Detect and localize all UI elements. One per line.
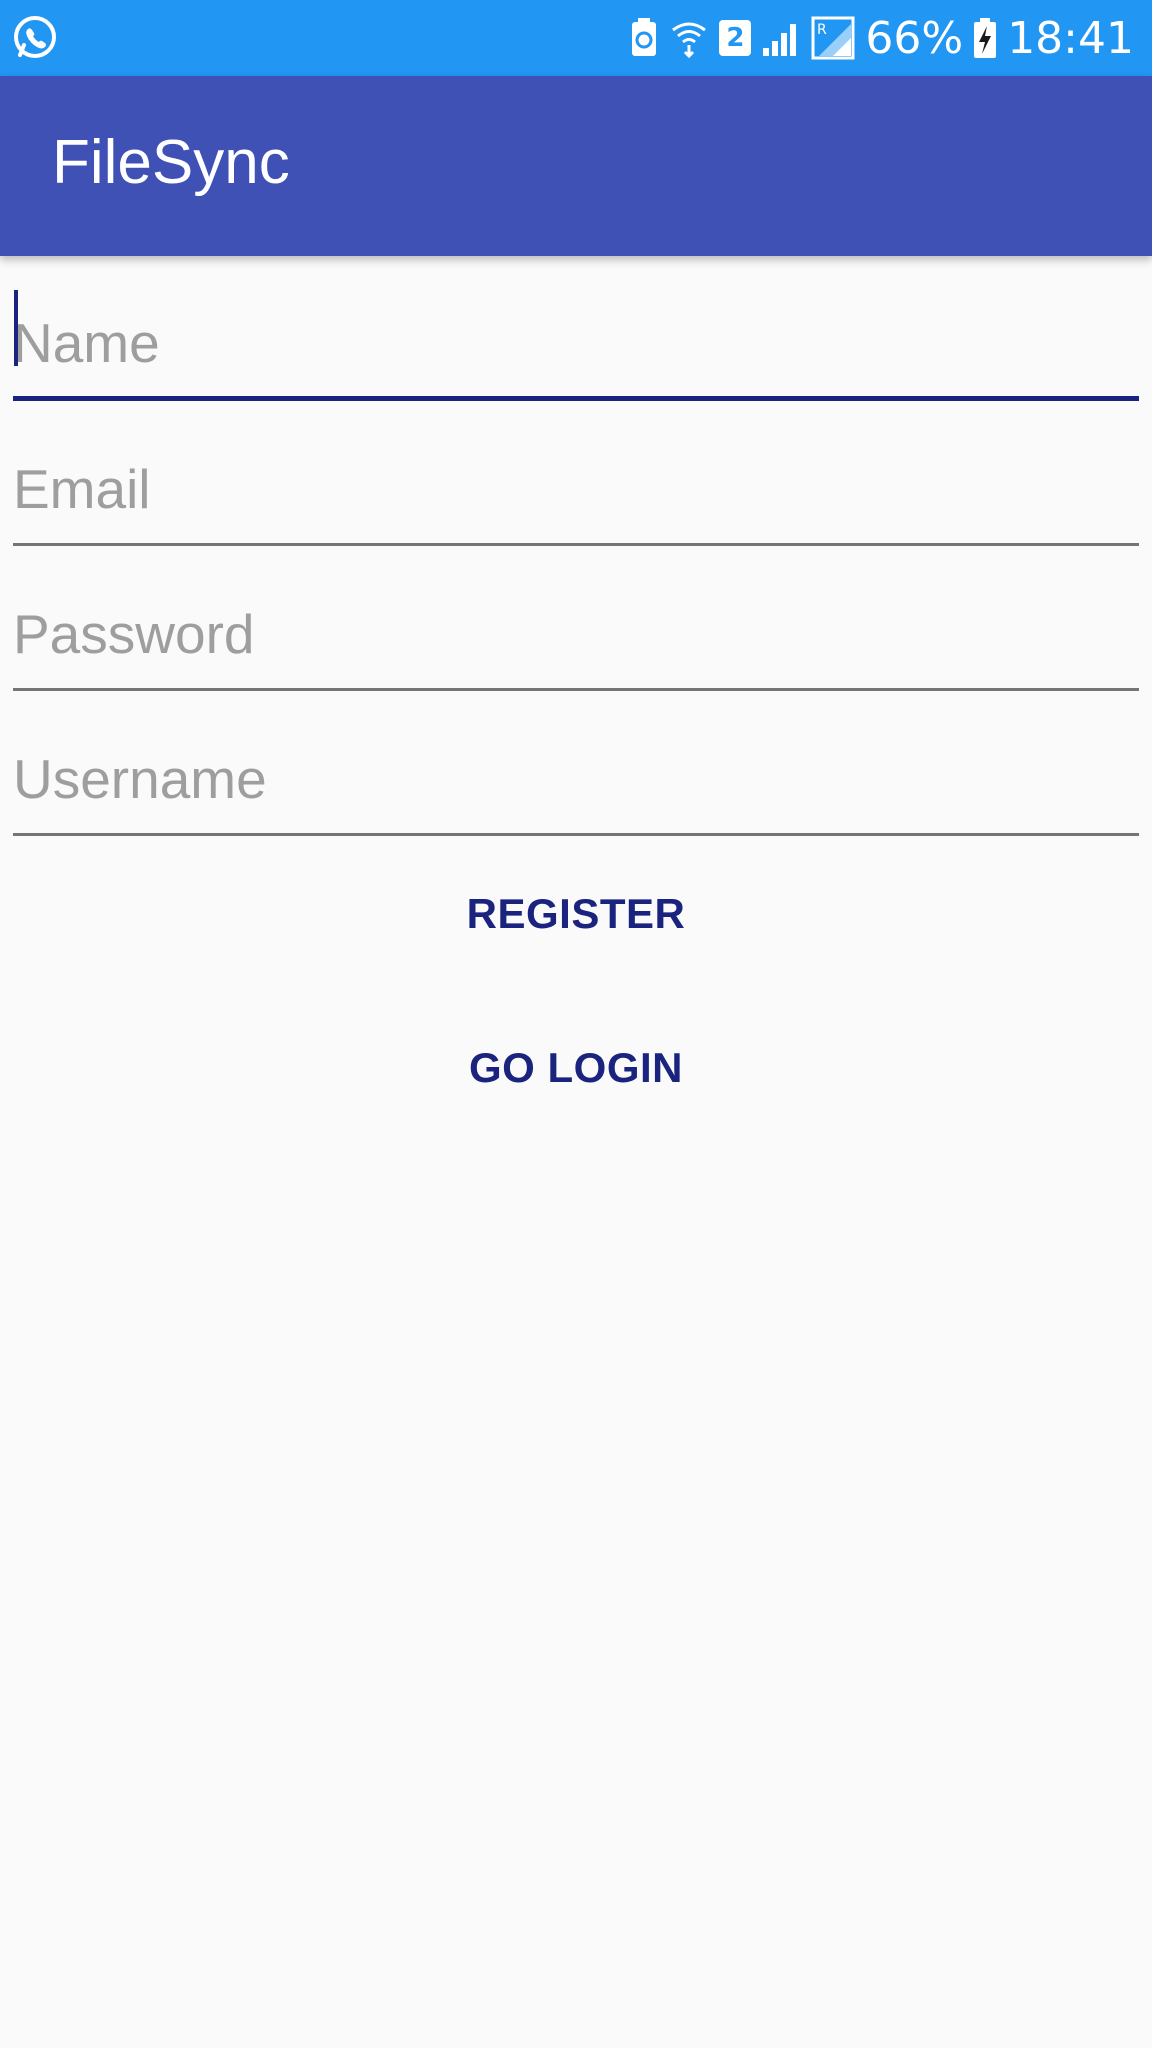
- status-icons: 2 R 66% 18:41: [629, 0, 1134, 76]
- whatsapp-icon: [12, 14, 58, 60]
- password-field-container: [13, 546, 1139, 691]
- text-cursor: [14, 290, 18, 366]
- username-input[interactable]: [13, 736, 1139, 836]
- svg-text:R: R: [817, 22, 827, 38]
- username-field-container: [13, 691, 1139, 836]
- email-input[interactable]: [13, 446, 1139, 546]
- status-bar: 2 R 66% 18:41: [0, 0, 1152, 76]
- signal-icon: [761, 16, 801, 60]
- sim-2-icon: 2: [719, 20, 752, 56]
- name-input[interactable]: [13, 301, 1139, 401]
- app-bar: FileSync: [0, 76, 1152, 256]
- wifi-icon: [669, 16, 709, 60]
- clock: 18:41: [1007, 12, 1134, 64]
- go-login-button[interactable]: GO LOGIN: [0, 1008, 1152, 1128]
- battery-percent: 66%: [865, 12, 964, 64]
- register-form: [13, 256, 1139, 836]
- app-title: FileSync: [52, 128, 290, 197]
- charging-battery-icon: [973, 16, 997, 60]
- name-field-container: [13, 256, 1139, 401]
- password-input[interactable]: [13, 591, 1139, 691]
- email-field-container: [13, 401, 1139, 546]
- roaming-signal-icon: R: [811, 16, 855, 60]
- register-button[interactable]: REGISTER: [0, 854, 1152, 974]
- battery-saver-icon: [629, 16, 659, 60]
